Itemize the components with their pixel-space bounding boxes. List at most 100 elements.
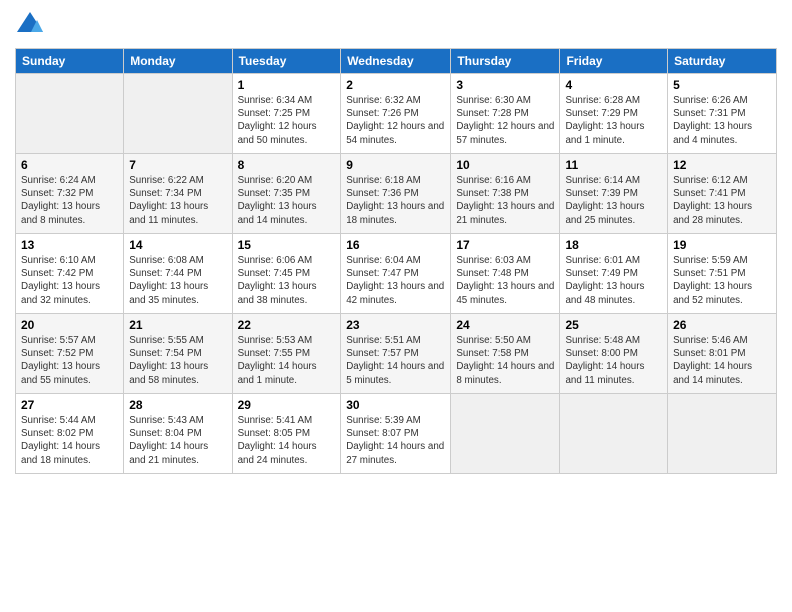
day-info: Sunrise: 5:53 AMSunset: 7:55 PMDaylight:… (238, 334, 336, 387)
day-cell: 1Sunrise: 6:34 AMSunset: 7:25 PMDaylight… (232, 74, 341, 154)
day-cell: 29Sunrise: 5:41 AMSunset: 8:05 PMDayligh… (232, 394, 341, 474)
day-cell: 11Sunrise: 6:14 AMSunset: 7:39 PMDayligh… (560, 154, 668, 234)
day-number: 21 (129, 318, 226, 332)
day-cell: 7 Sunrise: 6:22 AMSunset: 7:34 PMDaylight… (124, 154, 232, 234)
day-info: Sunrise: 5:57 AMSunset: 7:52 PMDaylight:… (21, 334, 118, 387)
week-row-2: 13 Sunrise: 6:10 AMSunset: 7:42 PMDayligh… (16, 234, 777, 314)
day-number: 7 (129, 158, 226, 172)
day-info: Sunrise: 5:39 AMSunset: 8:07 PMDaylight:… (346, 414, 445, 467)
day-cell: 14 Sunrise: 6:08 AMSunset: 7:44 PMDayligh… (124, 234, 232, 314)
day-number: 4 (565, 78, 662, 92)
logo-icon (15, 10, 45, 40)
day-cell: 26 Sunrise: 5:46 AMSunset: 8:01 PMDayligh… (668, 314, 777, 394)
day-cell: 21 Sunrise: 5:55 AMSunset: 7:54 PMDayligh… (124, 314, 232, 394)
day-info: Sunrise: 5:51 AMSunset: 7:57 PMDaylight:… (346, 334, 445, 387)
day-number: 6 (21, 158, 118, 172)
day-info: Sunrise: 5:43 AMSunset: 8:04 PMDaylight:… (129, 414, 226, 467)
day-number: 30 (346, 398, 445, 412)
day-cell: 28 Sunrise: 5:43 AMSunset: 8:04 PMDayligh… (124, 394, 232, 474)
day-cell: 23 Sunrise: 5:51 AMSunset: 7:57 PMDayligh… (341, 314, 451, 394)
day-number: 25 (565, 318, 662, 332)
day-cell: 13 Sunrise: 6:10 AMSunset: 7:42 PMDayligh… (16, 234, 124, 314)
day-info: Sunrise: 6:01 AMSunset: 7:49 PMDaylight:… (565, 254, 662, 307)
day-cell: 4Sunrise: 6:28 AMSunset: 7:29 PMDaylight… (560, 74, 668, 154)
day-info: Sunrise: 6:34 AMSunset: 7:25 PMDaylight:… (238, 94, 336, 147)
week-row-1: 6Sunrise: 6:24 AMSunset: 7:32 PMDaylight… (16, 154, 777, 234)
day-number: 5 (673, 78, 771, 92)
day-cell: 3Sunrise: 6:30 AMSunset: 7:28 PMDaylight… (451, 74, 560, 154)
day-info: Sunrise: 6:16 AMSunset: 7:38 PMDaylight:… (456, 174, 554, 227)
day-info: Sunrise: 6:26 AMSunset: 7:31 PMDaylight:… (673, 94, 771, 147)
day-cell (16, 74, 124, 154)
day-number: 22 (238, 318, 336, 332)
day-number: 14 (129, 238, 226, 252)
week-row-0: 1Sunrise: 6:34 AMSunset: 7:25 PMDaylight… (16, 74, 777, 154)
day-number: 15 (238, 238, 336, 252)
day-number: 29 (238, 398, 336, 412)
day-number: 18 (565, 238, 662, 252)
day-cell: 16 Sunrise: 6:04 AMSunset: 7:47 PMDayligh… (341, 234, 451, 314)
day-info: Sunrise: 5:44 AMSunset: 8:02 PMDaylight:… (21, 414, 118, 467)
day-number: 28 (129, 398, 226, 412)
day-cell (560, 394, 668, 474)
day-number: 26 (673, 318, 771, 332)
day-cell: 5 Sunrise: 6:26 AMSunset: 7:31 PMDaylight… (668, 74, 777, 154)
day-cell (668, 394, 777, 474)
day-cell: 24 Sunrise: 5:50 AMSunset: 7:58 PMDayligh… (451, 314, 560, 394)
day-info: Sunrise: 5:46 AMSunset: 8:01 PMDaylight:… (673, 334, 771, 387)
day-cell: 9 Sunrise: 6:18 AMSunset: 7:36 PMDaylight… (341, 154, 451, 234)
header-day-tuesday: Tuesday (232, 49, 341, 74)
week-row-3: 20 Sunrise: 5:57 AMSunset: 7:52 PMDayligh… (16, 314, 777, 394)
day-cell: 25 Sunrise: 5:48 AMSunset: 8:00 PMDayligh… (560, 314, 668, 394)
day-info: Sunrise: 5:55 AMSunset: 7:54 PMDaylight:… (129, 334, 226, 387)
day-cell: 6Sunrise: 6:24 AMSunset: 7:32 PMDaylight… (16, 154, 124, 234)
day-info: Sunrise: 6:18 AMSunset: 7:36 PMDaylight:… (346, 174, 445, 227)
day-number: 23 (346, 318, 445, 332)
day-number: 11 (565, 158, 662, 172)
day-cell: 15 Sunrise: 6:06 AMSunset: 7:45 PMDayligh… (232, 234, 341, 314)
page: SundayMondayTuesdayWednesdayThursdayFrid… (0, 0, 792, 612)
day-cell: 18 Sunrise: 6:01 AMSunset: 7:49 PMDayligh… (560, 234, 668, 314)
day-info: Sunrise: 6:04 AMSunset: 7:47 PMDaylight:… (346, 254, 445, 307)
day-number: 16 (346, 238, 445, 252)
day-number: 17 (456, 238, 554, 252)
day-cell: 19 Sunrise: 5:59 AMSunset: 7:51 PMDayligh… (668, 234, 777, 314)
day-info: Sunrise: 6:20 AMSunset: 7:35 PMDaylight:… (238, 174, 336, 227)
day-cell: 27 Sunrise: 5:44 AMSunset: 8:02 PMDayligh… (16, 394, 124, 474)
day-info: Sunrise: 5:59 AMSunset: 7:51 PMDaylight:… (673, 254, 771, 307)
day-info: Sunrise: 6:12 AMSunset: 7:41 PMDaylight:… (673, 174, 771, 227)
calendar: SundayMondayTuesdayWednesdayThursdayFrid… (15, 48, 777, 474)
day-number: 27 (21, 398, 118, 412)
logo (15, 10, 49, 40)
day-cell: 8 Sunrise: 6:20 AMSunset: 7:35 PMDaylight… (232, 154, 341, 234)
day-number: 8 (238, 158, 336, 172)
day-number: 24 (456, 318, 554, 332)
day-info: Sunrise: 6:10 AMSunset: 7:42 PMDaylight:… (21, 254, 118, 307)
day-cell: 2Sunrise: 6:32 AMSunset: 7:26 PMDaylight… (341, 74, 451, 154)
day-number: 19 (673, 238, 771, 252)
header-day-saturday: Saturday (668, 49, 777, 74)
day-cell: 17 Sunrise: 6:03 AMSunset: 7:48 PMDayligh… (451, 234, 560, 314)
day-info: Sunrise: 6:03 AMSunset: 7:48 PMDaylight:… (456, 254, 554, 307)
day-number: 20 (21, 318, 118, 332)
day-info: Sunrise: 6:30 AMSunset: 7:28 PMDaylight:… (456, 94, 554, 147)
day-cell: 10Sunrise: 6:16 AMSunset: 7:38 PMDayligh… (451, 154, 560, 234)
header-day-monday: Monday (124, 49, 232, 74)
day-number: 12 (673, 158, 771, 172)
calendar-body: 1Sunrise: 6:34 AMSunset: 7:25 PMDaylight… (16, 74, 777, 474)
day-cell (124, 74, 232, 154)
header-day-sunday: Sunday (16, 49, 124, 74)
day-number: 2 (346, 78, 445, 92)
day-info: Sunrise: 6:06 AMSunset: 7:45 PMDaylight:… (238, 254, 336, 307)
day-info: Sunrise: 5:50 AMSunset: 7:58 PMDaylight:… (456, 334, 554, 387)
day-number: 13 (21, 238, 118, 252)
day-info: Sunrise: 6:08 AMSunset: 7:44 PMDaylight:… (129, 254, 226, 307)
day-number: 9 (346, 158, 445, 172)
week-row-4: 27 Sunrise: 5:44 AMSunset: 8:02 PMDayligh… (16, 394, 777, 474)
day-info: Sunrise: 5:48 AMSunset: 8:00 PMDaylight:… (565, 334, 662, 387)
header-row: SundayMondayTuesdayWednesdayThursdayFrid… (16, 49, 777, 74)
day-cell: 12 Sunrise: 6:12 AMSunset: 7:41 PMDayligh… (668, 154, 777, 234)
day-info: Sunrise: 6:22 AMSunset: 7:34 PMDaylight:… (129, 174, 226, 227)
header-day-thursday: Thursday (451, 49, 560, 74)
day-cell (451, 394, 560, 474)
